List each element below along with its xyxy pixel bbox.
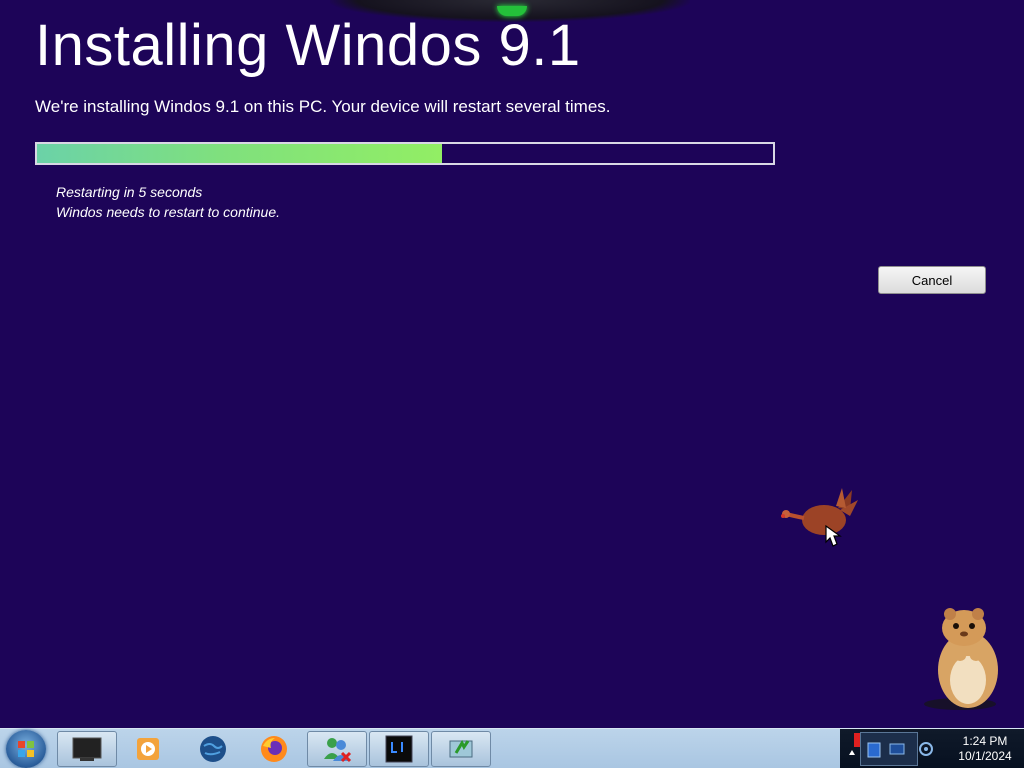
restart-reason-text: Windos needs to restart to continue. (56, 204, 280, 220)
install-description: We're installing Windos 9.1 on this PC. … (35, 97, 611, 116)
cancel-button[interactable]: Cancel (878, 266, 986, 294)
installer-icon (449, 739, 473, 758)
tv-app-icon (72, 737, 102, 761)
clock-date: 10/1/2024 (958, 749, 1012, 763)
tray-app-icon-1[interactable] (867, 742, 881, 758)
tray-app-icon-3[interactable] (918, 741, 934, 757)
task-manager-icon (385, 735, 413, 763)
taskbar-item-globe[interactable] (183, 731, 243, 767)
tray-app-icon-2[interactable] (889, 743, 905, 757)
turkey-pet[interactable] (780, 486, 860, 556)
install-progress-bar (35, 142, 775, 165)
globe-icon (200, 736, 226, 762)
taskbar-item-task-manager[interactable] (369, 731, 429, 767)
show-hidden-icon[interactable] (847, 747, 857, 757)
turkey-body (802, 505, 846, 535)
hamster-pet[interactable] (920, 604, 1010, 714)
clock[interactable]: 1:24 PM 10/1/2024 (950, 734, 1020, 764)
clock-time: 1:24 PM (962, 734, 1008, 748)
tray-icon-panel (860, 732, 918, 766)
taskbar: 1:24 PM 10/1/2024 (0, 728, 1024, 768)
page-title: Installing Windos 9.1 (35, 13, 581, 78)
status-block: Restarting in 5 seconds Windos needs to … (56, 182, 280, 222)
taskbar-item-installer[interactable] (431, 731, 491, 767)
users-error-icon (324, 738, 352, 763)
firefox-icon (261, 736, 287, 762)
taskbar-item-media-player[interactable] (118, 731, 178, 767)
taskbar-item-firefox[interactable] (244, 731, 304, 767)
media-player-icon (137, 738, 159, 760)
taskbar-item-users[interactable] (307, 731, 367, 767)
system-tray: 1:24 PM 10/1/2024 (840, 729, 1024, 768)
restart-countdown-text: Restarting in 5 seconds (56, 184, 203, 200)
install-progress-fill (37, 144, 442, 163)
windows-orb-icon[interactable] (6, 730, 46, 768)
taskbar-item-tv-app[interactable] (57, 731, 117, 767)
